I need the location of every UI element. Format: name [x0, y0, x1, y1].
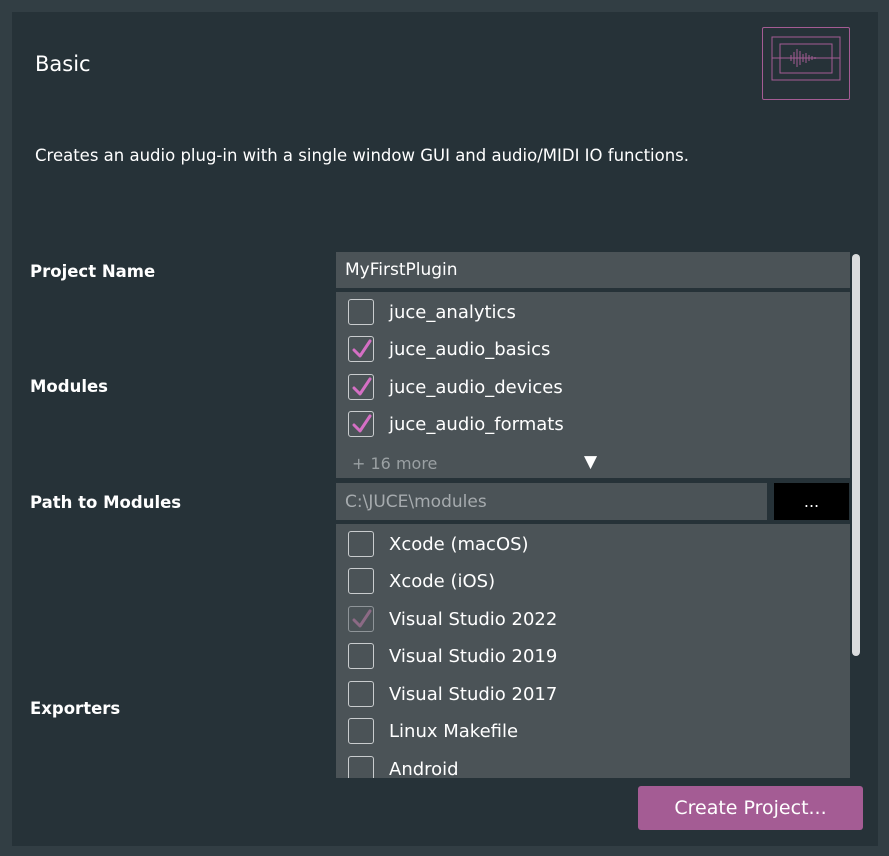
browse-button[interactable]: ...: [774, 483, 849, 520]
module-item-juce-audio-devices[interactable]: juce_audio_devices: [336, 369, 850, 405]
modules-label: Modules: [30, 377, 108, 396]
exporter-item-xcode-ios[interactable]: Xcode (iOS): [336, 563, 850, 599]
module-item-juce-analytics[interactable]: juce_analytics: [336, 294, 850, 330]
modules-more-count[interactable]: + 16 more: [352, 454, 437, 473]
create-project-button[interactable]: Create Project...: [638, 786, 863, 830]
exporter-item-label: Xcode (iOS): [389, 570, 496, 592]
exporter-item-visual-studio-2019[interactable]: Visual Studio 2019: [336, 638, 850, 674]
exporter-item-label: Xcode (macOS): [389, 533, 529, 555]
module-item-juce-audio-basics[interactable]: juce_audio_basics: [336, 331, 850, 367]
checkbox-checked[interactable]: [348, 336, 374, 362]
module-item-label: juce_audio_formats: [389, 413, 564, 435]
exporter-item-label: Linux Makefile: [389, 720, 519, 742]
project-name-label: Project Name: [30, 262, 156, 281]
checkbox-unchecked[interactable]: [348, 568, 374, 594]
exporter-item-label: Android: [389, 758, 459, 779]
checkmark-icon: [352, 609, 372, 628]
exporters-list: Xcode (macOS) Xcode (iOS) Visual Studio …: [336, 524, 850, 778]
checkbox-checked-disabled[interactable]: [348, 606, 374, 632]
modules-list: juce_analytics juce_audio_basics juce_au…: [336, 292, 850, 478]
checkmark-icon: [352, 414, 372, 433]
exporter-item-label: Visual Studio 2017: [389, 683, 558, 705]
checkbox-unchecked[interactable]: [348, 718, 374, 744]
path-to-modules-label: Path to Modules: [30, 493, 182, 512]
path-to-modules-input[interactable]: C:\JUCE\modules: [336, 483, 767, 520]
exporter-item-android[interactable]: Android: [336, 751, 850, 778]
vertical-scrollbar[interactable]: [852, 254, 860, 656]
module-item-label: juce_audio_basics: [389, 338, 551, 360]
checkbox-unchecked[interactable]: [348, 531, 374, 557]
checkmark-icon: [352, 377, 372, 396]
expand-arrow-icon[interactable]: ▼: [584, 452, 597, 472]
checkmark-icon: [352, 339, 372, 358]
exporter-item-visual-studio-2017[interactable]: Visual Studio 2017: [336, 676, 850, 712]
exporter-item-linux-makefile[interactable]: Linux Makefile: [336, 713, 850, 749]
exporter-item-xcode-macos[interactable]: Xcode (macOS): [336, 526, 850, 562]
module-item-juce-audio-formats[interactable]: juce_audio_formats: [336, 406, 850, 442]
project-name-input[interactable]: MyFirstPlugin: [336, 252, 850, 288]
checkbox-checked[interactable]: [348, 411, 374, 437]
exporters-label: Exporters: [30, 699, 121, 718]
checkbox-unchecked[interactable]: [348, 681, 374, 707]
checkbox-unchecked[interactable]: [348, 299, 374, 325]
module-item-label: juce_audio_devices: [389, 376, 563, 398]
checkbox-checked[interactable]: [348, 374, 374, 400]
module-item-label: juce_analytics: [389, 301, 516, 323]
template-thumbnail-icon: [762, 27, 850, 100]
template-description: Creates an audio plug-in with a single w…: [35, 146, 690, 165]
template-title: Basic: [35, 52, 91, 76]
exporter-item-label: Visual Studio 2022: [389, 608, 558, 630]
exporter-item-label: Visual Studio 2019: [389, 645, 558, 667]
exporter-item-visual-studio-2022[interactable]: Visual Studio 2022: [336, 601, 850, 637]
checkbox-unchecked[interactable]: [348, 643, 374, 669]
checkbox-unchecked[interactable]: [348, 756, 374, 778]
